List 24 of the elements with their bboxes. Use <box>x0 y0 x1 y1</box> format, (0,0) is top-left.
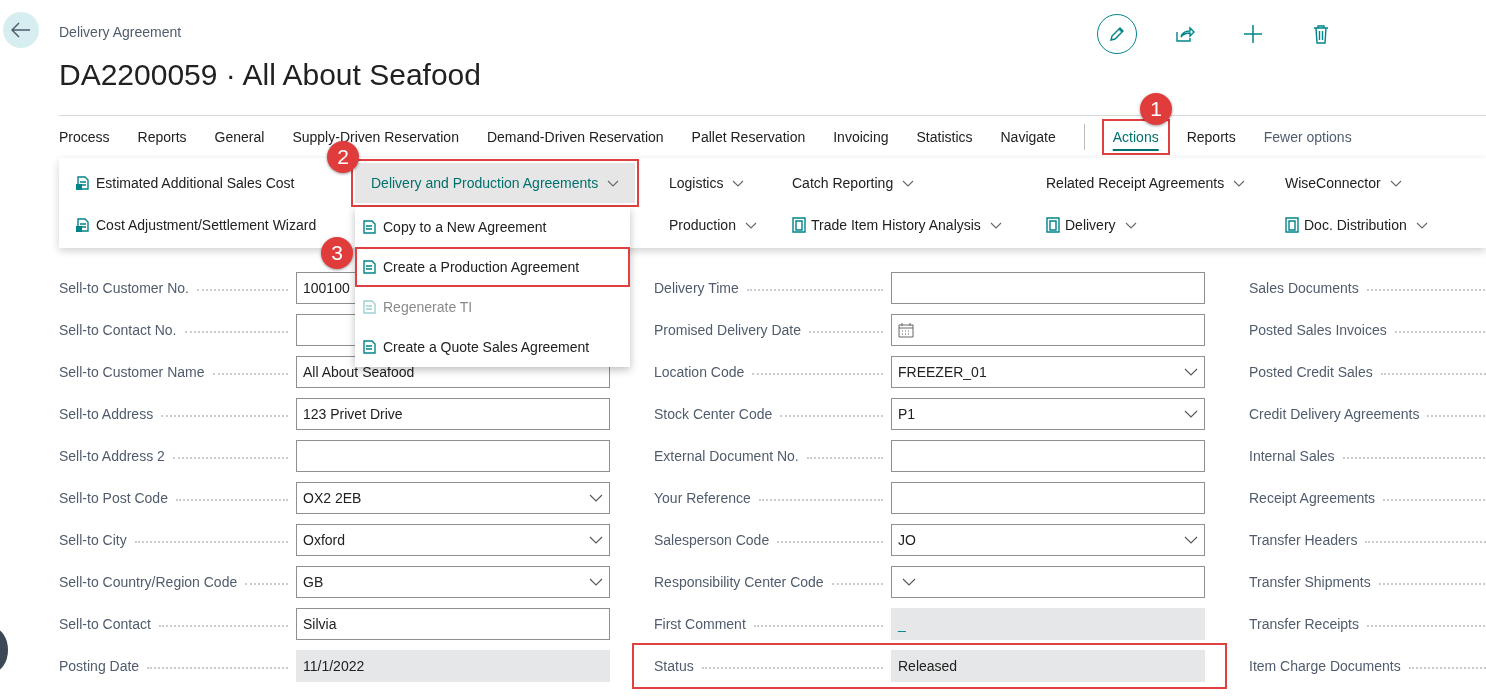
field-label: Sell-to City <box>59 532 127 548</box>
page-title: DA2200059 · All About Seafood <box>59 58 481 92</box>
page-caption: Delivery Agreement <box>59 24 183 40</box>
field-label: External Document No. <box>654 448 799 464</box>
field-label: Sell-to Country/Region Code <box>59 574 238 590</box>
field-label: Posting Date <box>59 658 140 674</box>
field-label: Salesperson Code <box>654 532 770 548</box>
field-label: Delivery Time <box>654 280 739 296</box>
field-label: Stock Center Code <box>654 406 773 422</box>
field-label: Sell-to Customer No. <box>59 280 189 296</box>
field-label: Sell-to Customer Name <box>59 364 205 380</box>
field-label: Sell-to Address <box>59 406 154 422</box>
field-label: Sell-to Address 2 <box>59 448 165 464</box>
field-label: Sell-to Contact No. <box>59 322 177 338</box>
field-label: First Comment <box>654 616 746 632</box>
callout-badge: 3 <box>321 237 353 269</box>
callout-badge: 1 <box>1140 93 1172 125</box>
field-label: Sell-to Contact <box>59 616 151 632</box>
field-label: Status <box>654 658 694 674</box>
field-label: Location Code <box>654 364 745 380</box>
field-label: Sell-to Post Code <box>59 490 168 506</box>
field-label: Your Reference <box>654 490 751 506</box>
field-label: Responsibility Center Code <box>654 574 824 590</box>
field-label: Promised Delivery Date <box>654 322 802 338</box>
